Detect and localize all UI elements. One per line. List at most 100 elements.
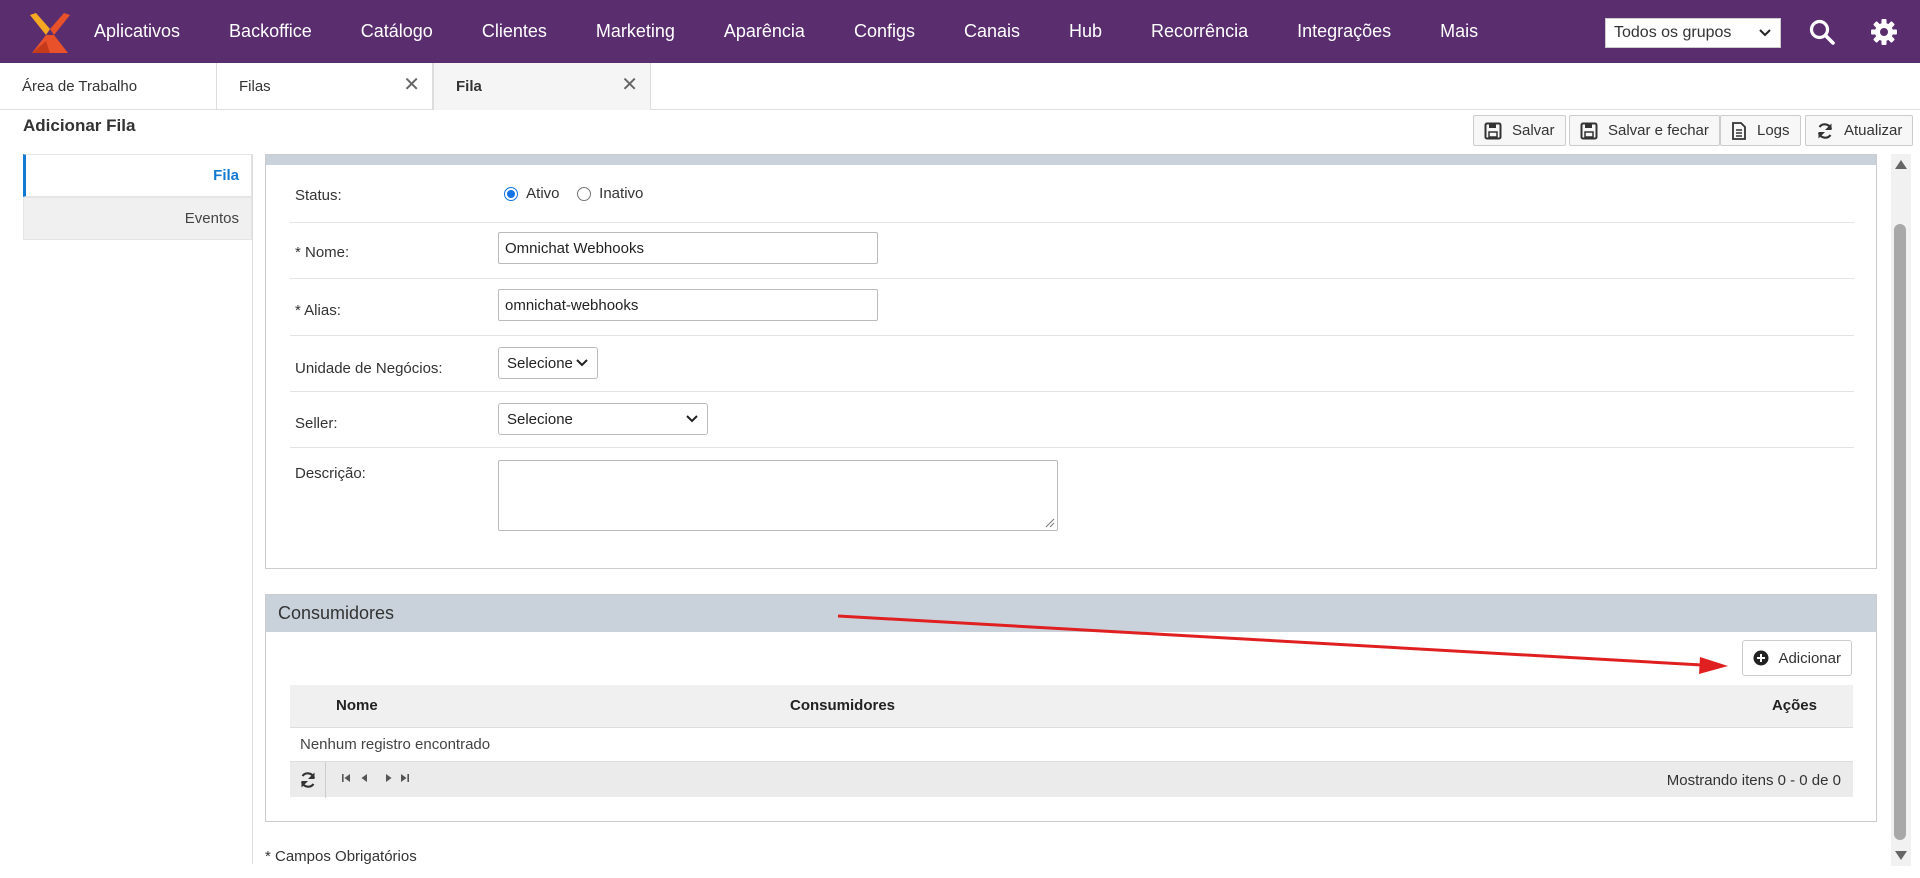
nav-aparencia[interactable]: Aparência (724, 21, 805, 42)
group-select-value: Todos os grupos (1614, 24, 1732, 41)
nav-aplicativos[interactable]: Aplicativos (94, 21, 180, 42)
scroll-down-arrow-icon[interactable] (1895, 851, 1907, 860)
seller-select-value: Selecione (507, 410, 573, 428)
status-label: Status: (295, 187, 342, 204)
column-header-acoes[interactable]: Ações (1772, 697, 1817, 714)
add-consumer-button[interactable]: Adicionar (1742, 640, 1852, 676)
nome-row: * Nome: Omnichat Webhooks (290, 223, 1854, 279)
logs-button[interactable]: Logs (1720, 115, 1801, 146)
seller-row: Seller: Selecione (290, 392, 1854, 448)
tab-label: Filas (239, 78, 271, 95)
radio-inativo-label: Inativo (599, 185, 644, 202)
status-row: Status: Ativo Inativo (290, 165, 1854, 223)
top-navbar: Aplicativos Backoffice Catálogo Clientes… (0, 0, 1920, 63)
pager: Mostrando itens 0 - 0 de 0 (290, 761, 1853, 798)
save-button-label: Salvar (1512, 122, 1555, 139)
unidade-select[interactable]: Selecione (498, 347, 598, 379)
side-menu: Fila Eventos (23, 154, 252, 240)
nav-configs[interactable]: Configs (854, 21, 915, 42)
radio-ativo-label: Ativo (526, 185, 560, 202)
resize-handle-icon[interactable] (1045, 518, 1055, 528)
descricao-row: Descrição: (290, 448, 1854, 548)
search-icon[interactable] (1808, 18, 1836, 46)
status-ativo-option[interactable]: Ativo (504, 185, 560, 202)
descricao-label: Descrição: (295, 465, 366, 482)
page-title: Adicionar Fila (23, 116, 136, 135)
refresh-button-label: Atualizar (1844, 122, 1903, 139)
document-icon (1732, 121, 1746, 140)
nav-backoffice[interactable]: Backoffice (229, 21, 312, 42)
nav-catalogo[interactable]: Catálogo (361, 21, 433, 42)
nav-marketing[interactable]: Marketing (596, 21, 675, 42)
consumers-table-header: Nome Consumidores Ações (290, 685, 1853, 728)
group-select[interactable]: Todos os grupos (1605, 18, 1781, 48)
chevron-down-icon (1759, 29, 1771, 37)
radio-inativo[interactable] (577, 187, 591, 202)
column-header-nome[interactable]: Nome (336, 697, 378, 714)
queue-form-panel: Status: Ativo Inativo * Nome: Omnichat W… (265, 154, 1877, 569)
consumers-title: Consumidores (278, 603, 395, 623)
alias-row: * Alias: omnichat-webhooks (290, 279, 1854, 336)
unidade-select-value: Selecione (507, 354, 573, 372)
next-page-icon[interactable] (385, 772, 393, 784)
scroll-up-arrow-icon[interactable] (1895, 160, 1907, 169)
close-icon[interactable]: ✕ (621, 75, 638, 95)
save-button[interactable]: Salvar (1473, 115, 1566, 146)
nav-hub[interactable]: Hub (1069, 21, 1102, 42)
first-page-icon[interactable] (341, 772, 351, 784)
side-item-fila[interactable]: Fila (23, 154, 252, 197)
refresh-button[interactable]: Atualizar (1805, 115, 1914, 146)
nav-clientes[interactable]: Clientes (482, 21, 547, 42)
tab-filas[interactable]: Filas ✕ (217, 63, 433, 110)
seller-label: Seller: (295, 415, 338, 432)
nav-mais[interactable]: Mais (1440, 21, 1478, 42)
unidade-row: Unidade de Negócios: Selecione (290, 336, 1854, 392)
nome-input-value: Omnichat Webhooks (505, 239, 644, 257)
alias-label: * Alias: (295, 302, 341, 319)
pager-refresh-button[interactable] (290, 762, 326, 798)
chevron-down-icon (576, 359, 588, 367)
tab-label: Fila (456, 78, 482, 95)
alias-input[interactable]: omnichat-webhooks (498, 289, 878, 321)
nav-integracoes[interactable]: Integrações (1297, 21, 1391, 42)
descricao-textarea[interactable] (498, 460, 1058, 531)
save-close-button[interactable]: Salvar e fechar (1569, 115, 1720, 146)
refresh-icon (300, 772, 315, 788)
divider (252, 154, 253, 864)
required-fields-note: * Campos Obrigatórios (265, 848, 417, 865)
save-close-button-label: Salvar e fechar (1608, 122, 1709, 139)
last-page-icon[interactable] (400, 772, 410, 784)
tab-area-de-trabalho[interactable]: Área de Trabalho (0, 63, 217, 110)
floppy-icon (1484, 122, 1502, 139)
unidade-label: Unidade de Negócios: (295, 360, 443, 377)
nav-recorrencia[interactable]: Recorrência (1151, 21, 1248, 42)
seller-select[interactable]: Selecione (498, 403, 708, 435)
nome-input[interactable]: Omnichat Webhooks (498, 232, 878, 264)
tab-bar: Área de Trabalho Filas ✕ Fila ✕ (0, 63, 1920, 110)
add-consumer-label: Adicionar (1778, 649, 1841, 667)
chevron-down-icon (686, 415, 698, 423)
status-inativo-option[interactable]: Inativo (577, 185, 643, 202)
radio-ativo[interactable] (504, 187, 518, 202)
vertical-scrollbar[interactable] (1891, 154, 1911, 866)
column-header-consumidores[interactable]: Consumidores (790, 697, 895, 714)
alias-input-value: omnichat-webhooks (505, 296, 639, 314)
plus-circle-icon (1753, 650, 1769, 666)
scrollbar-thumb[interactable] (1894, 224, 1906, 840)
nome-label: * Nome: (295, 244, 350, 261)
empty-state-text: Nenhum registro encontrado (300, 736, 491, 753)
tab-label: Área de Trabalho (22, 78, 138, 95)
pager-info: Mostrando itens 0 - 0 de 0 (1666, 772, 1841, 789)
panel-header-strip (266, 155, 1876, 165)
logs-button-label: Logs (1757, 122, 1790, 139)
gear-icon[interactable] (1870, 18, 1898, 46)
prev-page-icon[interactable] (360, 772, 368, 784)
side-item-label: Fila (213, 167, 239, 184)
nav-canais[interactable]: Canais (964, 21, 1020, 42)
tab-fila[interactable]: Fila ✕ (433, 63, 651, 110)
close-icon[interactable]: ✕ (403, 75, 420, 95)
consumers-panel: Consumidores Adicionar Nome Consumidores… (265, 594, 1877, 822)
refresh-icon (1817, 122, 1833, 139)
side-item-eventos[interactable]: Eventos (23, 197, 252, 240)
brand-logo[interactable] (26, 7, 76, 57)
